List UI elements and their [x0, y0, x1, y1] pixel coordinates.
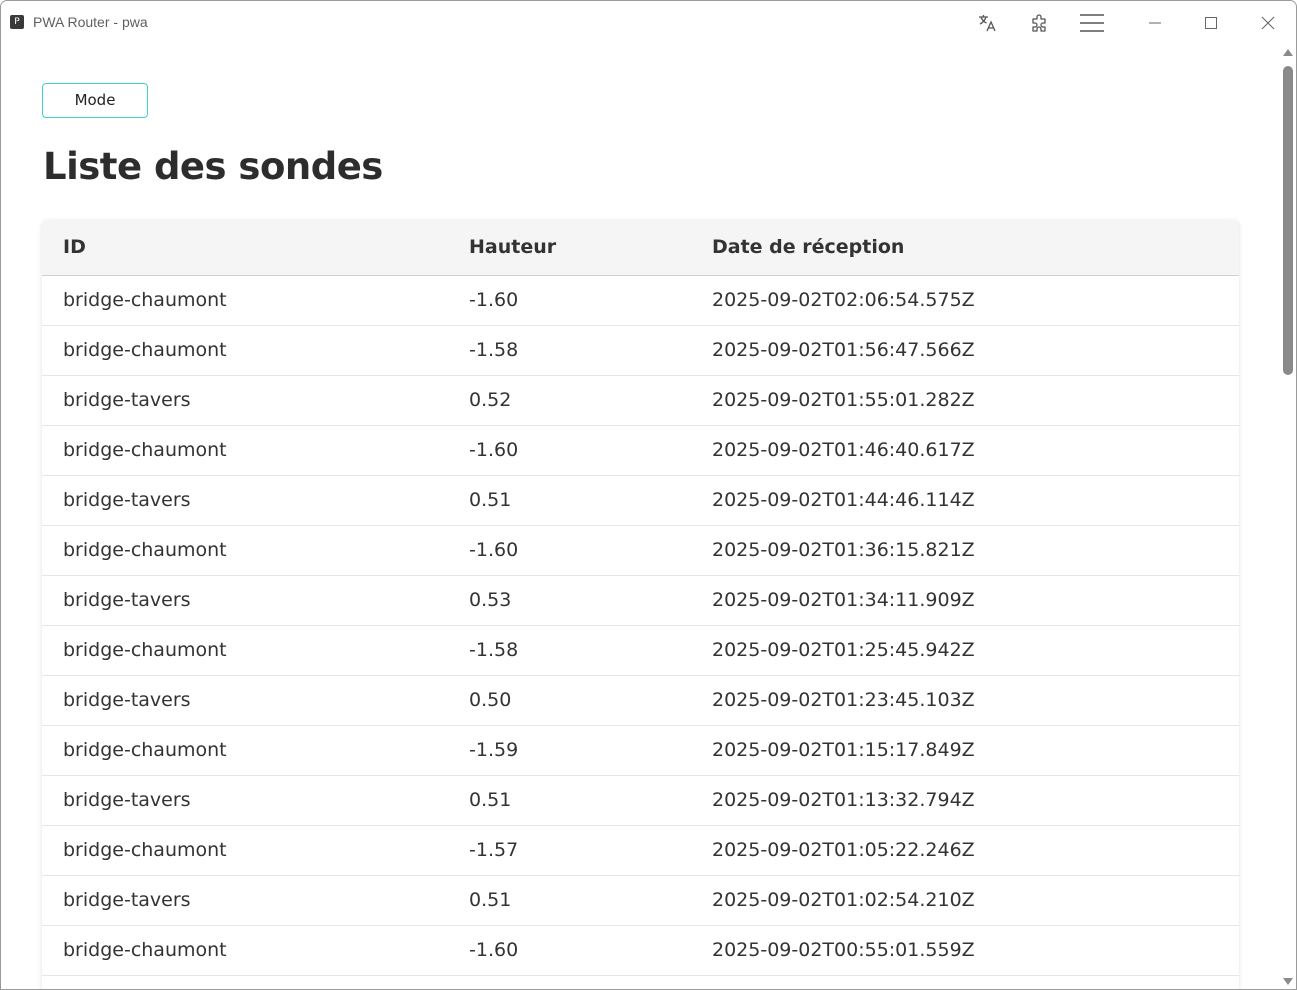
- cell-reception-date: 2025-09-02T01:55:01.282Z: [712, 389, 975, 411]
- scroll-up-arrow-icon[interactable]: [1283, 49, 1293, 56]
- minimize-icon[interactable]: [1141, 9, 1169, 37]
- cell-height: -1.60: [469, 539, 519, 561]
- scrollbar-thumb[interactable]: [1283, 66, 1293, 375]
- column-header-reception-date: Date de réception: [712, 236, 905, 259]
- table-row: bridge-chaumont -1.58 2025-09-02T01:25:4…: [42, 625, 1239, 675]
- cell-reception-date: 2025-09-02T01:44:46.114Z: [712, 489, 975, 511]
- cell-reception-date: 2025-09-02T01:36:15.821Z: [712, 539, 975, 561]
- table-row: bridge-chaumont -1.59 2025-09-02T01:15:1…: [42, 725, 1239, 775]
- cell-reception-date: 2025-09-02T01:02:54.210Z: [712, 889, 975, 911]
- app-window: P PWA Router - pwa Mode Liste des sondes…: [0, 0, 1297, 990]
- cell-id: bridge-chaumont: [63, 439, 227, 461]
- cell-height: 0.51: [469, 489, 512, 511]
- cell-height: -1.58: [469, 339, 519, 361]
- cell-reception-date: 2025-09-02T01:34:11.909Z: [712, 589, 975, 611]
- cell-reception-date: 2025-09-02T01:56:47.566Z: [712, 339, 975, 361]
- cell-id: bridge-tavers: [63, 389, 191, 411]
- table-row: bridge-chaumont -1.60 2025-09-02T01:46:4…: [42, 425, 1239, 475]
- table-row: bridge-tavers 0.51 2025-09-02T01:02:54.2…: [42, 875, 1239, 925]
- cell-height: 0.51: [469, 789, 512, 811]
- cell-reception-date: 2025-09-02T02:06:54.575Z: [712, 289, 975, 311]
- cell-id: bridge-chaumont: [63, 289, 227, 311]
- cell-height: -1.60: [469, 939, 519, 961]
- window-title: PWA Router - pwa: [33, 14, 148, 30]
- maximize-icon[interactable]: [1197, 9, 1225, 37]
- table-row: bridge-chaumont -1.60 2025-09-02T02:06:5…: [42, 275, 1239, 325]
- table-row: bridge-tavers 0.51 2025-09-02T01:13:32.7…: [42, 775, 1239, 825]
- cell-id: bridge-tavers: [63, 589, 191, 611]
- table-row: bridge-tavers 0.50 2025-09-02T01:23:45.1…: [42, 675, 1239, 725]
- page-content: Mode Liste des sondes ID Hauteur Date de…: [1, 44, 1281, 989]
- cell-reception-date: 2025-09-02T01:05:22.246Z: [712, 839, 975, 861]
- table-body: bridge-chaumont -1.60 2025-09-02T02:06:5…: [42, 275, 1239, 975]
- cell-id: bridge-tavers: [63, 689, 191, 711]
- extensions-icon[interactable]: [1026, 9, 1054, 37]
- cell-reception-date: 2025-09-02T01:23:45.103Z: [712, 689, 975, 711]
- page-title: Liste des sondes: [43, 145, 383, 188]
- column-header-id: ID: [63, 236, 86, 259]
- cell-height: -1.60: [469, 439, 519, 461]
- translate-icon[interactable]: [973, 9, 1001, 37]
- cell-height: 0.52: [469, 389, 512, 411]
- cell-reception-date: 2025-09-02T00:55:01.559Z: [712, 939, 975, 961]
- mode-button[interactable]: Mode: [42, 83, 148, 118]
- scroll-down-arrow-icon[interactable]: [1283, 978, 1293, 985]
- column-header-height: Hauteur: [469, 236, 557, 259]
- cell-id: bridge-tavers: [63, 489, 191, 511]
- cell-id: bridge-chaumont: [63, 639, 227, 661]
- cell-id: bridge-tavers: [63, 789, 191, 811]
- cell-height: 0.50: [469, 689, 512, 711]
- app-icon: P: [10, 15, 24, 29]
- cell-id: bridge-chaumont: [63, 339, 227, 361]
- table-row: bridge-chaumont -1.57 2025-09-02T01:05:2…: [42, 825, 1239, 875]
- probes-table: ID Hauteur Date de réception bridge-chau…: [42, 220, 1239, 976]
- table-row: bridge-tavers 0.51 2025-09-02T01:44:46.1…: [42, 475, 1239, 525]
- cell-id: bridge-chaumont: [63, 739, 227, 761]
- cell-reception-date: 2025-09-02T01:15:17.849Z: [712, 739, 975, 761]
- cell-id: bridge-chaumont: [63, 939, 227, 961]
- table-row: bridge-tavers 0.52 2025-09-02T01:55:01.2…: [42, 375, 1239, 425]
- title-bar: P PWA Router - pwa: [1, 1, 1296, 44]
- cell-reception-date: 2025-09-02T01:46:40.617Z: [712, 439, 975, 461]
- cell-id: bridge-chaumont: [63, 539, 227, 561]
- cell-height: -1.59: [469, 739, 519, 761]
- table-row: bridge-tavers 0.53 2025-09-02T01:34:11.9…: [42, 575, 1239, 625]
- probes-table-card: ID Hauteur Date de réception bridge-chau…: [42, 220, 1239, 989]
- cell-height: 0.51: [469, 889, 512, 911]
- table-row: bridge-chaumont -1.60 2025-09-02T00:55:0…: [42, 925, 1239, 975]
- table-header-row: ID Hauteur Date de réception: [42, 220, 1239, 275]
- cell-height: 0.53: [469, 589, 512, 611]
- cell-height: -1.58: [469, 639, 519, 661]
- vertical-scrollbar[interactable]: [1280, 44, 1295, 989]
- table-row: bridge-chaumont -1.58 2025-09-02T01:56:4…: [42, 325, 1239, 375]
- cell-reception-date: 2025-09-02T01:25:45.942Z: [712, 639, 975, 661]
- menu-icon[interactable]: [1078, 9, 1106, 37]
- table-row: bridge-chaumont -1.60 2025-09-02T01:36:1…: [42, 525, 1239, 575]
- cell-id: bridge-chaumont: [63, 839, 227, 861]
- cell-height: -1.60: [469, 289, 519, 311]
- close-icon[interactable]: [1254, 9, 1282, 37]
- cell-reception-date: 2025-09-02T01:13:32.794Z: [712, 789, 975, 811]
- cell-id: bridge-tavers: [63, 889, 191, 911]
- cell-height: -1.57: [469, 839, 519, 861]
